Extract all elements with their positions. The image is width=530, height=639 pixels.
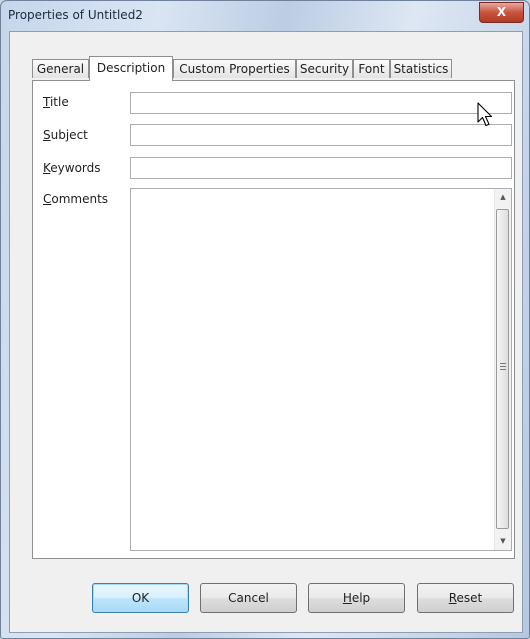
down-arrow-icon[interactable]: ▼ — [495, 533, 511, 550]
tab-general[interactable]: General — [32, 59, 89, 78]
up-arrow-icon[interactable]: ▲ — [495, 189, 511, 206]
comments-scrollbar[interactable]: ▲ ▼ — [494, 189, 511, 550]
tab-font[interactable]: Font — [353, 59, 390, 78]
ok-button[interactable]: OK — [92, 583, 189, 613]
scrollbar-thumb[interactable] — [496, 209, 509, 529]
title-label: Title — [43, 95, 69, 109]
dialog-body: General Description Custom Properties Se… — [9, 31, 523, 633]
dialog-window: Properties of Untitled2 X General Descri… — [0, 0, 530, 639]
arrow-cursor-icon — [477, 102, 493, 127]
close-icon: X — [496, 5, 507, 19]
tab-statistics[interactable]: Statistics — [390, 59, 452, 78]
comments-textarea[interactable]: ▲ ▼ — [130, 188, 512, 551]
tab-security[interactable]: Security — [296, 59, 353, 78]
cancel-button[interactable]: Cancel — [200, 583, 297, 613]
keywords-label: Keywords — [43, 161, 101, 175]
grip-icon — [500, 363, 506, 370]
title-bar[interactable]: Properties of Untitled2 X — [1, 1, 529, 31]
title-field[interactable] — [130, 92, 512, 114]
subject-field[interactable] — [130, 124, 512, 146]
tab-custom-properties[interactable]: Custom Properties — [173, 59, 296, 78]
description-panel: Title Subject Keywords Comments ▲ ▼ — [32, 80, 515, 559]
tab-description[interactable]: Description — [89, 56, 173, 81]
comments-label: Comments — [43, 192, 109, 206]
close-button[interactable]: X — [479, 2, 524, 23]
help-button[interactable]: Help — [308, 583, 405, 613]
subject-label: Subject — [43, 128, 88, 142]
keywords-field[interactable] — [130, 157, 512, 179]
window-title: Properties of Untitled2 — [8, 8, 143, 22]
reset-button[interactable]: Reset — [417, 583, 514, 613]
